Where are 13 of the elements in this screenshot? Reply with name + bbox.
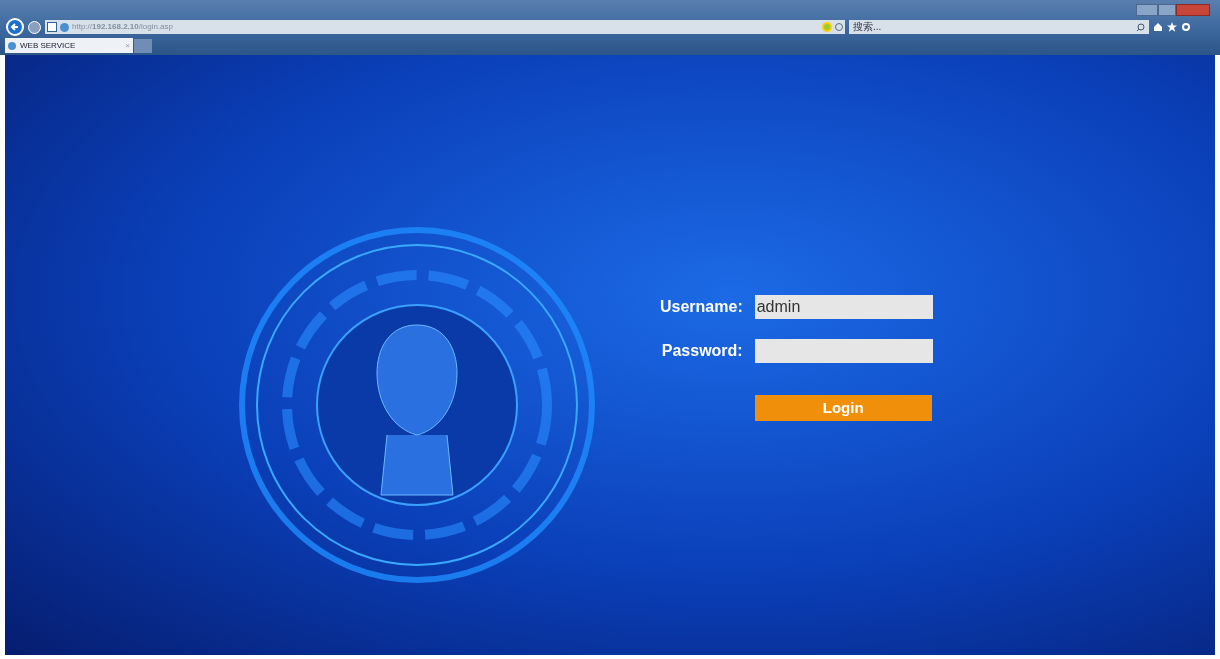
username-field[interactable]: admin — [754, 295, 933, 319]
field-label: Password: — [660, 341, 743, 361]
browser-tab[interactable]: WEB SERVICE × — [5, 38, 133, 53]
password-field[interactable] — [754, 339, 933, 363]
star-icon[interactable] — [1167, 22, 1177, 32]
search-field[interactable]: 搜索... — [853, 21, 882, 33]
field-label: Username: — [660, 297, 743, 317]
forward-icon[interactable] — [28, 20, 41, 34]
page-icon[interactable] — [47, 22, 57, 32]
search-icon[interactable] — [1136, 22, 1145, 32]
gear-icon[interactable] — [1181, 22, 1191, 32]
home-icon[interactable] — [1153, 22, 1163, 32]
back-icon[interactable] — [6, 18, 24, 36]
